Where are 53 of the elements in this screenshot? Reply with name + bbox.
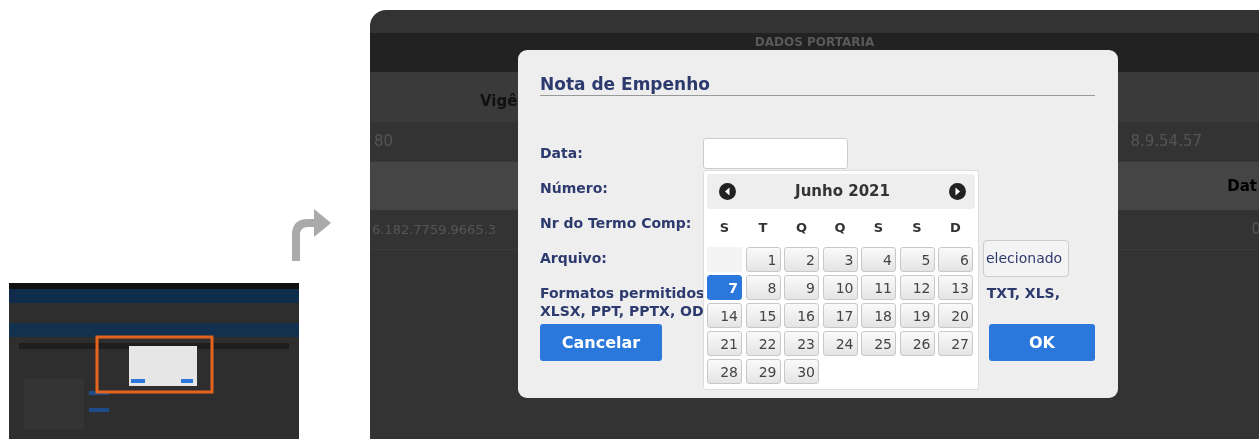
ok-button[interactable]: OK bbox=[989, 324, 1095, 361]
weekday-label: S bbox=[911, 219, 923, 238]
weekday-label: Q bbox=[794, 219, 809, 238]
calendar-day[interactable]: 2 bbox=[784, 247, 819, 272]
calendar-day[interactable]: 25 bbox=[861, 331, 896, 356]
weekday-label: D bbox=[949, 219, 962, 238]
calendar-day[interactable]: 30 bbox=[784, 359, 819, 384]
calendar-day[interactable]: 22 bbox=[745, 331, 781, 356]
calendar-day[interactable]: 27 bbox=[938, 331, 973, 356]
column-header: Dat bbox=[1227, 175, 1257, 197]
calendar-day[interactable]: 8 bbox=[745, 275, 781, 300]
calendar-day[interactable]: 12 bbox=[899, 275, 935, 300]
calendar-day[interactable]: 24 bbox=[822, 331, 858, 356]
field-label: Número: bbox=[540, 179, 609, 198]
field-label: Data: bbox=[540, 144, 584, 163]
weekday-label: S bbox=[872, 219, 885, 238]
formats-text: Formatos permitidos XLSX, PPT, PPTX, OD bbox=[540, 284, 705, 321]
calendar-day[interactable]: 6 bbox=[938, 247, 973, 272]
section-title: DADOS PORTARIA bbox=[754, 34, 875, 49]
calendar-day[interactable]: 5 bbox=[899, 247, 935, 272]
next-icon[interactable] bbox=[949, 183, 966, 200]
cancel-button[interactable]: Cancelar bbox=[540, 324, 662, 361]
dialog-title: Nota de Empenho bbox=[540, 73, 711, 95]
calendar-day[interactable]: 4 bbox=[861, 247, 896, 272]
calendar-day[interactable]: 1 bbox=[745, 247, 781, 272]
calendar-day[interactable]: 23 bbox=[784, 331, 819, 356]
field-label: Arquivo: bbox=[540, 249, 608, 268]
field-label: Nr do Termo Comp: bbox=[540, 214, 693, 233]
calendar-day[interactable]: 11 bbox=[861, 275, 896, 300]
weekday-label: Q bbox=[833, 219, 847, 238]
month-title: Junho 2021 bbox=[795, 181, 890, 203]
calendar-day[interactable]: 17 bbox=[822, 303, 858, 328]
previous-icon[interactable] bbox=[719, 183, 736, 200]
calendar-day[interactable]: 18 bbox=[861, 303, 896, 328]
calendar-day[interactable]: 19 bbox=[899, 303, 935, 328]
file-button[interactable]: elecionado bbox=[983, 240, 1070, 277]
calendar-day[interactable]: 29 bbox=[745, 359, 781, 384]
calendar-day[interactable]: 9 bbox=[784, 275, 819, 300]
calendar-day[interactable]: 16 bbox=[784, 303, 819, 328]
calendar-day[interactable]: 28 bbox=[707, 359, 742, 384]
weekday-label: S bbox=[718, 219, 731, 238]
calendar-day[interactable]: 15 bbox=[745, 303, 781, 328]
calendar-day[interactable]: 21 bbox=[707, 331, 742, 356]
calendar-day[interactable]: 14 bbox=[707, 303, 742, 328]
calendar-day[interactable]: 7 bbox=[707, 275, 742, 300]
calendar-day[interactable]: 10 bbox=[822, 275, 858, 300]
calendar-day[interactable]: 3 bbox=[822, 247, 858, 272]
calendar-day[interactable]: 13 bbox=[938, 275, 973, 300]
calendar-day[interactable]: 26 bbox=[899, 331, 935, 356]
weekday-label: T bbox=[757, 219, 769, 238]
formats-text: TXT, XLS, bbox=[986, 284, 1060, 303]
calendar-day[interactable]: 20 bbox=[938, 303, 973, 328]
date-field[interactable] bbox=[703, 138, 848, 169]
